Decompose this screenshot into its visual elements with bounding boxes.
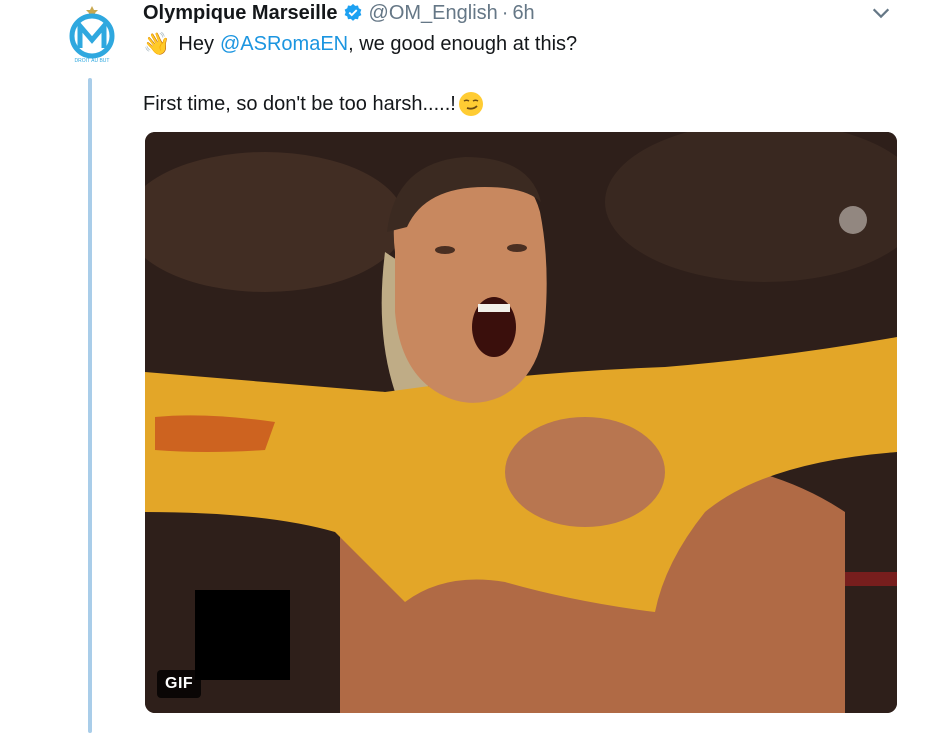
thread-line	[88, 78, 92, 733]
gif-frame	[145, 132, 897, 713]
gif-badge: GIF	[157, 670, 202, 698]
smirking-face-icon	[458, 92, 483, 116]
tweet-text-suffix: , we good enough at this?	[348, 33, 578, 55]
mention-link[interactable]: @ASRomaEN	[220, 30, 348, 58]
tweet-header: Olympique Marseille @OM_English · 6h	[143, 0, 535, 26]
verified-badge-icon	[344, 3, 361, 21]
avatar-motto: DROIT AU BUT	[75, 58, 110, 64]
tweet-media-gif[interactable]: GIF	[145, 132, 897, 713]
tweet-second-line: First time, so don't be too harsh.....!	[143, 93, 456, 115]
separator-dot: ·	[501, 1, 509, 24]
waving-hand-icon: 👋	[143, 31, 171, 56]
author-name[interactable]: Olympique Marseille	[143, 2, 338, 25]
tweet-timestamp[interactable]: 6h	[512, 2, 534, 25]
author-avatar[interactable]: DROIT AU BUT	[62, 4, 122, 64]
chevron-down-icon[interactable]	[870, 2, 892, 24]
om-logo-icon: DROIT AU BUT	[69, 6, 115, 64]
author-handle[interactable]: @OM_English	[369, 2, 498, 25]
tweet-text-line-1: 👋 Hey @ASRomaEN , we good enough at this…	[143, 30, 577, 58]
tweet-text-prefix: Hey	[178, 33, 214, 55]
tweet-text-line-2: First time, so don't be too harsh.....!	[143, 90, 484, 118]
